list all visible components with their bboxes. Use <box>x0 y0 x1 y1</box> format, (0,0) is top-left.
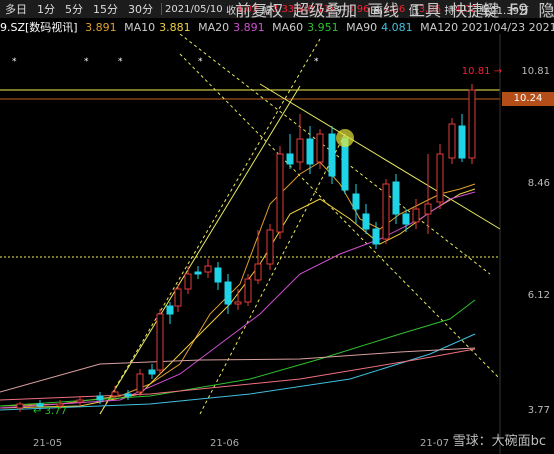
tool-buttons: 前复权 超级叠加 画线 工具 快捷键 F9 隐藏 <box>230 0 554 21</box>
period-30min[interactable]: 30分 <box>123 1 158 17</box>
candle-body <box>254 263 262 281</box>
low-marker-label: ← 3.77 <box>33 406 67 417</box>
overlay-button[interactable]: 超级叠加 <box>288 0 362 21</box>
ma60-label: MA60 <box>272 21 304 33</box>
y-label-3: 6.12 <box>527 290 550 301</box>
candle-body <box>204 265 212 273</box>
ma90-value: 4.081 <box>381 21 413 33</box>
tools-button[interactable]: 工具 <box>404 0 446 21</box>
y-label-top: 10.81 <box>521 66 550 77</box>
stock-code: 9.SZ[数码视讯] <box>0 21 78 33</box>
star-marker: * <box>314 57 319 67</box>
candle-body <box>296 138 304 163</box>
period-multiday[interactable]: 多日 <box>0 1 32 17</box>
candle-body <box>136 373 144 393</box>
candle-body <box>166 305 174 315</box>
candle-body <box>76 399 84 403</box>
trend-line <box>179 53 501 380</box>
candle-body <box>266 229 274 265</box>
f9-button[interactable]: F9 <box>504 0 533 19</box>
candle-body <box>174 288 182 307</box>
star-marker: * <box>12 57 17 67</box>
watermark: 雪球：大碗面bc <box>452 434 546 449</box>
high-marker-label: 10.81 → <box>461 66 502 77</box>
ma-info-row: 9.SZ[数码视讯] 3.891 MA10 3.881 MA20 3.891 MA6… <box>0 19 554 33</box>
ma60-line <box>0 299 476 407</box>
candle-body <box>372 228 380 245</box>
candle-body <box>96 395 104 401</box>
star-marker: * <box>118 57 123 67</box>
ma20-value: 3.891 <box>233 21 265 33</box>
highlight-marker[interactable] <box>336 129 354 147</box>
date-label: 21-07 <box>420 438 450 449</box>
candle-body <box>244 278 252 303</box>
candle-body <box>16 403 24 409</box>
period-1min[interactable]: 1分 <box>32 1 60 17</box>
candle-body <box>436 153 444 203</box>
candle-body <box>468 89 476 159</box>
candle-body <box>306 138 314 165</box>
candle-body <box>402 213 410 225</box>
date-label: 21-06 <box>210 438 240 449</box>
candle-body <box>424 203 432 215</box>
trend-line <box>199 133 346 415</box>
adjust-button[interactable]: 前复权 <box>230 0 288 21</box>
candles <box>16 84 476 412</box>
candle-body <box>316 133 324 163</box>
ma20-label: MA20 <box>198 21 230 33</box>
candle-body <box>362 213 370 230</box>
candle-body <box>448 123 456 159</box>
date-label: 21-05 <box>33 438 63 449</box>
y-label-bottom: 3.77 <box>527 405 550 416</box>
candle-body <box>382 183 390 240</box>
candle-body <box>286 153 294 165</box>
candle-body <box>392 181 400 215</box>
hotkey-button[interactable]: 快捷键 <box>446 0 504 21</box>
period-15min[interactable]: 15分 <box>88 1 123 17</box>
ma5-value: 3.891 <box>85 21 117 33</box>
candle-body <box>458 125 466 159</box>
draw-button[interactable]: 画线 <box>362 0 404 21</box>
ma-extra-line <box>0 348 476 401</box>
candle-body <box>184 273 192 290</box>
ma10-label: MA10 <box>124 21 156 33</box>
y-label-2: 8.46 <box>527 178 550 189</box>
candle-body <box>148 369 156 375</box>
candle-body <box>111 391 119 397</box>
ma90-label: MA90 <box>346 21 378 33</box>
candle-body <box>352 193 360 210</box>
ma10-value: 3.881 <box>159 21 191 33</box>
candle-body <box>412 208 420 223</box>
candle-body <box>194 271 202 275</box>
period-5min[interactable]: 5分 <box>60 1 88 17</box>
candle-body <box>276 153 284 233</box>
divider <box>161 3 162 15</box>
candle-body <box>214 267 222 283</box>
kline-chart[interactable]: * * * * * <box>0 34 554 454</box>
hide-button[interactable]: 隐藏 <box>533 0 554 21</box>
candle-body <box>328 133 336 177</box>
trend-line <box>99 38 321 415</box>
current-price-box: 10.24 <box>502 92 554 106</box>
ma5-line <box>0 161 476 407</box>
candle-body <box>224 281 232 305</box>
quote-date: 2021/05/10 <box>165 3 223 15</box>
ma60-value: 3.951 <box>307 21 339 33</box>
star-marker: * <box>198 57 203 67</box>
star-marker: * <box>84 57 89 67</box>
ma120-text: MA120 2021/04/23 2021/07/19(5200) <box>420 21 554 33</box>
candle-body <box>234 301 242 305</box>
candle-body <box>124 393 132 397</box>
candle-body <box>156 313 164 371</box>
